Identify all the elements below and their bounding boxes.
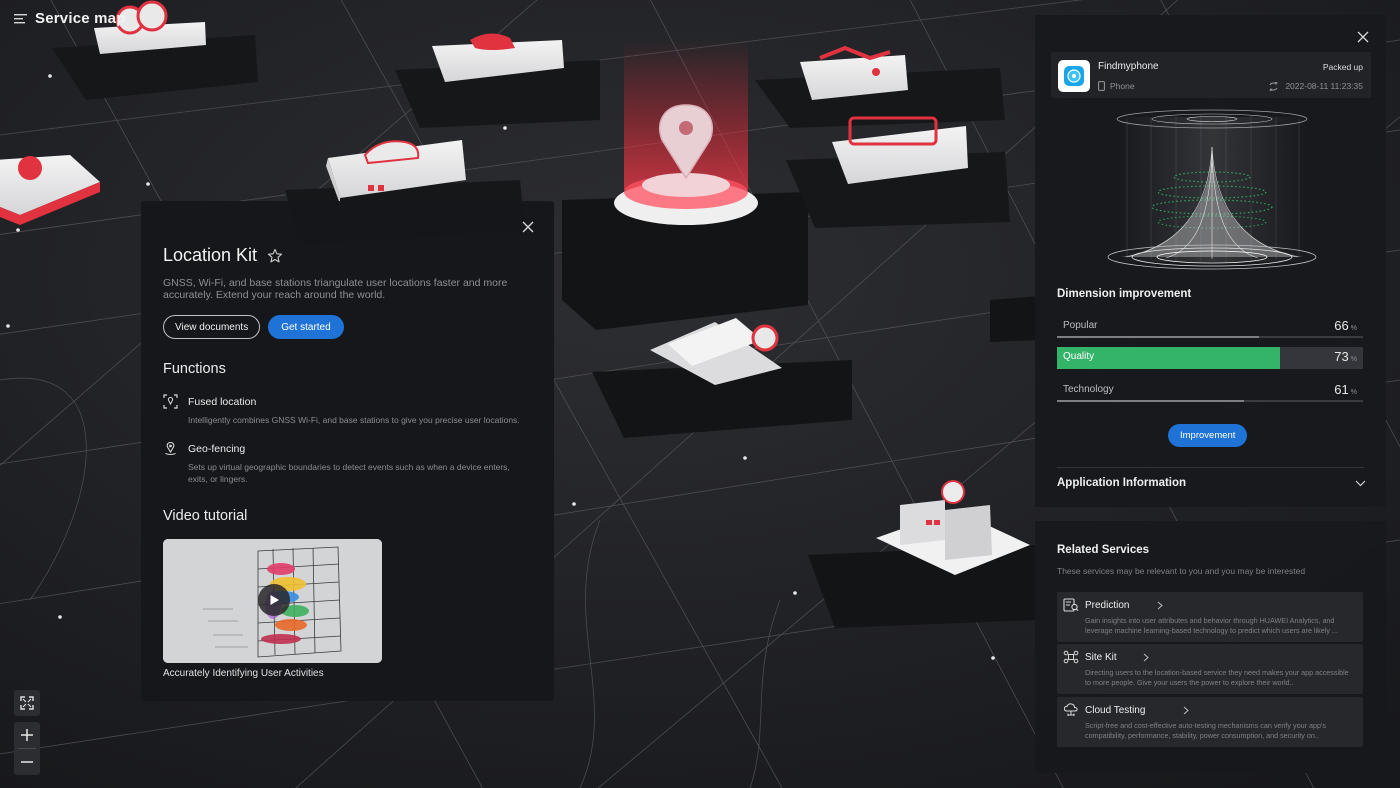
kit-title: Location Kit bbox=[163, 245, 258, 265]
metric-fill bbox=[1057, 336, 1259, 338]
star-icon[interactable] bbox=[267, 248, 283, 264]
app-status: Packed up bbox=[1322, 62, 1363, 72]
service-name: Site Kit bbox=[1085, 652, 1117, 663]
application-information-toggle[interactable]: Application Information bbox=[1057, 477, 1186, 489]
related-services-subtitle: These services may be relevant to you an… bbox=[1057, 566, 1306, 576]
app-name: Findmyphone bbox=[1098, 61, 1159, 72]
service-item-cloud-testing[interactable]: Cloud Testing Script-free and cost-effec… bbox=[1057, 697, 1363, 747]
dimension-visualization bbox=[1107, 109, 1317, 270]
play-button[interactable] bbox=[258, 584, 290, 616]
close-icon[interactable] bbox=[520, 219, 536, 235]
service-name: Prediction bbox=[1085, 600, 1130, 611]
video-tutorial-title: Video tutorial bbox=[163, 508, 248, 524]
location-kit-panel: Location Kit GNSS, Wi-Fi, and base stati… bbox=[141, 201, 554, 701]
fullscreen-button[interactable] bbox=[14, 690, 40, 716]
improvement-button[interactable]: Improvement bbox=[1168, 424, 1248, 447]
location-scan-icon bbox=[163, 394, 178, 409]
device-label: Phone bbox=[1110, 81, 1135, 91]
menu-list-icon[interactable] bbox=[14, 13, 27, 25]
service-item-site-kit[interactable]: Site Kit Directing users to the location… bbox=[1057, 644, 1363, 694]
zoom-controls bbox=[14, 690, 40, 775]
chevron-right-icon bbox=[1143, 653, 1149, 662]
video-thumbnail[interactable] bbox=[163, 539, 382, 663]
function-item-fused-location: Fused location Intelligently combines GN… bbox=[163, 394, 533, 427]
chevron-right-icon bbox=[1157, 601, 1163, 610]
service-description: Gain insights into user attributes and b… bbox=[1085, 616, 1338, 635]
findmyphone-app-icon bbox=[1064, 66, 1084, 86]
prediction-icon bbox=[1063, 598, 1079, 612]
play-icon bbox=[270, 595, 279, 605]
service-item-prediction[interactable]: Prediction Gain insights into user attri… bbox=[1057, 592, 1363, 642]
app-logo bbox=[1058, 60, 1090, 92]
app-card[interactable]: Findmyphone Phone Packed up 2022-08-11 1… bbox=[1051, 52, 1371, 98]
service-description: Script-free and cost-effective auto-test… bbox=[1085, 721, 1326, 740]
view-documents-button[interactable]: View documents bbox=[163, 315, 261, 339]
metric-label: Quality bbox=[1063, 351, 1095, 362]
metric-popular[interactable]: Popular 66% bbox=[1057, 316, 1363, 338]
chevron-down-icon[interactable] bbox=[1355, 480, 1366, 487]
functions-title: Functions bbox=[163, 361, 226, 377]
metric-quality[interactable]: Quality 73% bbox=[1057, 347, 1363, 369]
sync-icon bbox=[1269, 81, 1279, 91]
section-divider bbox=[1057, 467, 1364, 468]
chevron-right-icon bbox=[1183, 706, 1189, 715]
function-name: Geo-fencing bbox=[188, 442, 246, 455]
minus-icon bbox=[21, 761, 33, 763]
app-detail-panel: Findmyphone Phone Packed up 2022-08-11 1… bbox=[1035, 15, 1386, 507]
metric-label: Technology bbox=[1063, 384, 1114, 395]
zoom-buttons bbox=[14, 722, 40, 775]
service-name: Cloud Testing bbox=[1085, 705, 1146, 716]
function-description: Intelligently combines GNSS Wi-Fi, and b… bbox=[188, 415, 520, 425]
page-title: Service map bbox=[35, 10, 126, 27]
fullscreen-icon bbox=[20, 696, 34, 710]
related-services-title: Related Services bbox=[1057, 544, 1150, 556]
close-icon[interactable] bbox=[1356, 30, 1370, 44]
device-type: Phone bbox=[1098, 81, 1135, 91]
get-started-button[interactable]: Get started bbox=[268, 315, 344, 339]
sync-time: 2022-08-11 11:23:35 bbox=[1268, 81, 1363, 91]
zoom-in-button[interactable] bbox=[14, 722, 40, 748]
site-kit-icon bbox=[1063, 650, 1079, 664]
function-description: Sets up virtual geographic boundaries to… bbox=[188, 462, 510, 484]
metric-value: 66% bbox=[1334, 318, 1357, 333]
dimension-improvement-title: Dimension improvement bbox=[1057, 288, 1192, 300]
function-item-geo-fencing: Geo-fencing Sets up virtual geographic b… bbox=[163, 441, 533, 485]
metric-fill bbox=[1057, 400, 1244, 402]
metric-value: 61% bbox=[1334, 382, 1357, 397]
metric-technology[interactable]: Technology 61% bbox=[1057, 380, 1363, 402]
kit-description: GNSS, Wi-Fi, and base stations triangula… bbox=[163, 277, 508, 301]
phone-icon bbox=[1098, 81, 1105, 91]
top-bar: Service map bbox=[14, 10, 126, 27]
geo-pin-icon bbox=[165, 441, 176, 455]
metric-value: 73% bbox=[1334, 349, 1357, 364]
metric-label: Popular bbox=[1063, 320, 1098, 331]
zoom-out-button[interactable] bbox=[14, 749, 40, 775]
kit-actions: View documents Get started bbox=[163, 315, 344, 339]
plus-icon bbox=[21, 729, 33, 741]
related-services-panel: Related Services These services may be r… bbox=[1035, 521, 1386, 773]
kit-heading: Location Kit bbox=[163, 245, 283, 266]
service-description: Directing users to the location-based se… bbox=[1085, 668, 1349, 687]
video-caption: Accurately Identifying User Activities bbox=[163, 668, 324, 679]
timestamp: 2022-08-11 11:23:35 bbox=[1285, 81, 1363, 91]
cloud-testing-icon bbox=[1063, 703, 1078, 716]
function-name: Fused location bbox=[188, 395, 257, 408]
